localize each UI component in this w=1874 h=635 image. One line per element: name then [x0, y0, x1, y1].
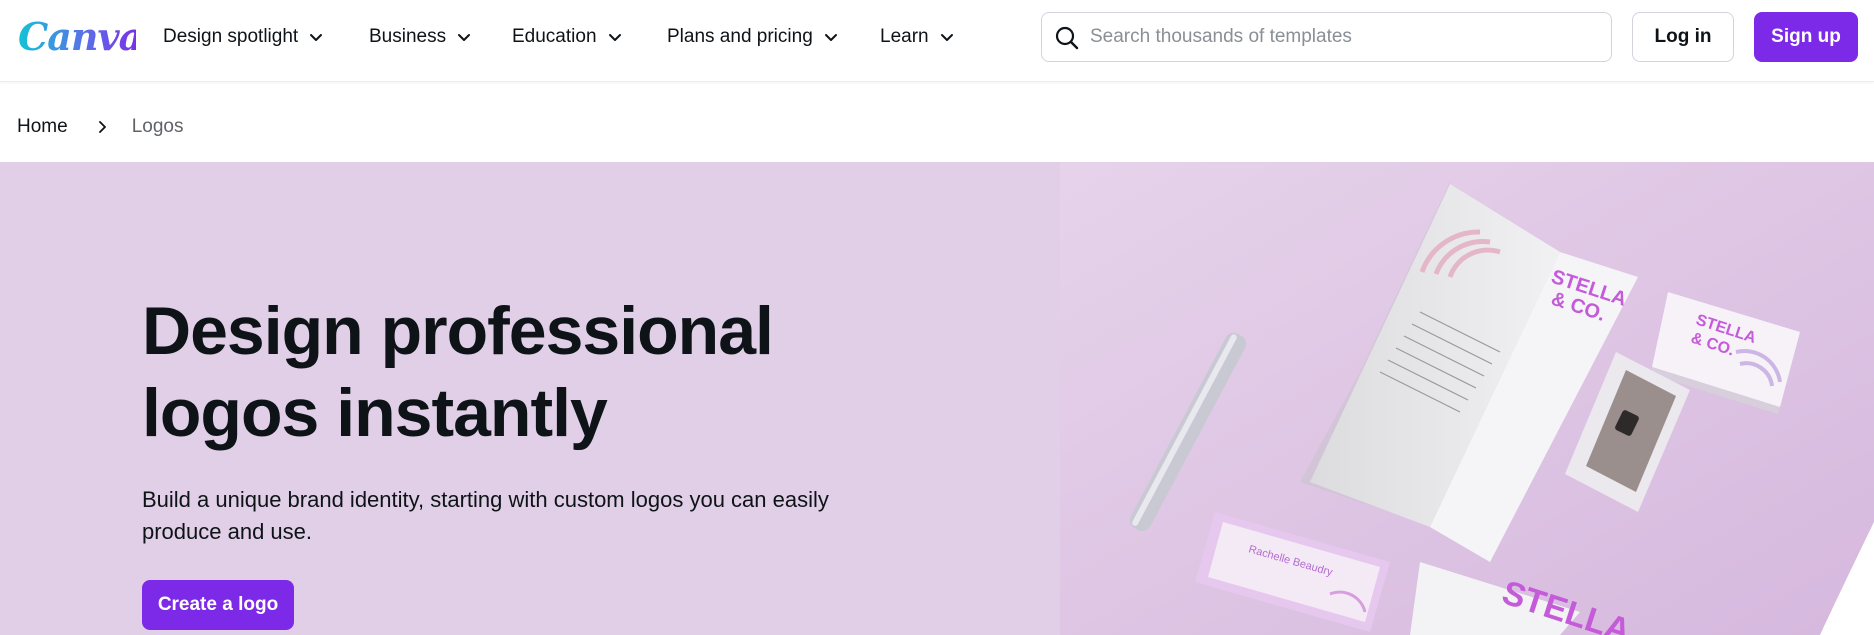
chevron-right-icon — [98, 121, 106, 133]
breadcrumb-current: Logos — [131, 116, 184, 137]
nav-business[interactable]: Business — [369, 22, 472, 52]
nav-label: Education — [512, 26, 597, 47]
top-navigation: Canva Design spotlight Business Educatio… — [0, 0, 1874, 82]
nav-education[interactable]: Education — [512, 22, 623, 52]
nav-label: Design spotlight — [163, 26, 299, 47]
nav-label: Business — [369, 26, 447, 47]
logo-text: Canva — [18, 14, 136, 59]
search-input[interactable] — [1090, 21, 1590, 53]
sign-up-button[interactable]: Sign up — [1754, 12, 1858, 62]
chevron-down-icon — [608, 34, 621, 41]
breadcrumb-home-link[interactable]: Home — [17, 116, 68, 138]
chevron-down-icon — [940, 34, 953, 41]
nav-learn[interactable]: Learn — [880, 22, 955, 52]
nav-label: Plans and pricing — [667, 26, 813, 47]
hero-title: Design professional logos instantly — [142, 293, 774, 451]
hero-subtitle: Build a unique brand identity, starting … — [142, 487, 829, 544]
create-a-logo-button[interactable]: Create a logo — [142, 580, 294, 630]
hero-section: Design professional logos instantly Buil… — [0, 162, 1874, 635]
nav-design-spotlight[interactable]: Design spotlight — [163, 22, 324, 52]
canva-logo[interactable]: Canva — [16, 12, 143, 71]
chevron-down-icon — [458, 34, 471, 41]
search-icon — [1055, 26, 1079, 50]
hero-stationery-image: STELLA & CO. STELLA & CO. Rachelle Beaud… — [1060, 162, 1874, 635]
chevron-down-icon — [824, 34, 837, 41]
nav-label: Learn — [880, 26, 929, 47]
search-bar[interactable] — [1041, 12, 1612, 62]
log-in-button[interactable]: Log in — [1632, 12, 1734, 62]
breadcrumb: Home Logos — [17, 112, 183, 142]
chevron-down-icon — [310, 34, 323, 41]
canva-logo-wordmark: Canva — [18, 14, 143, 59]
nav-plans-and-pricing[interactable]: Plans and pricing — [667, 22, 839, 52]
